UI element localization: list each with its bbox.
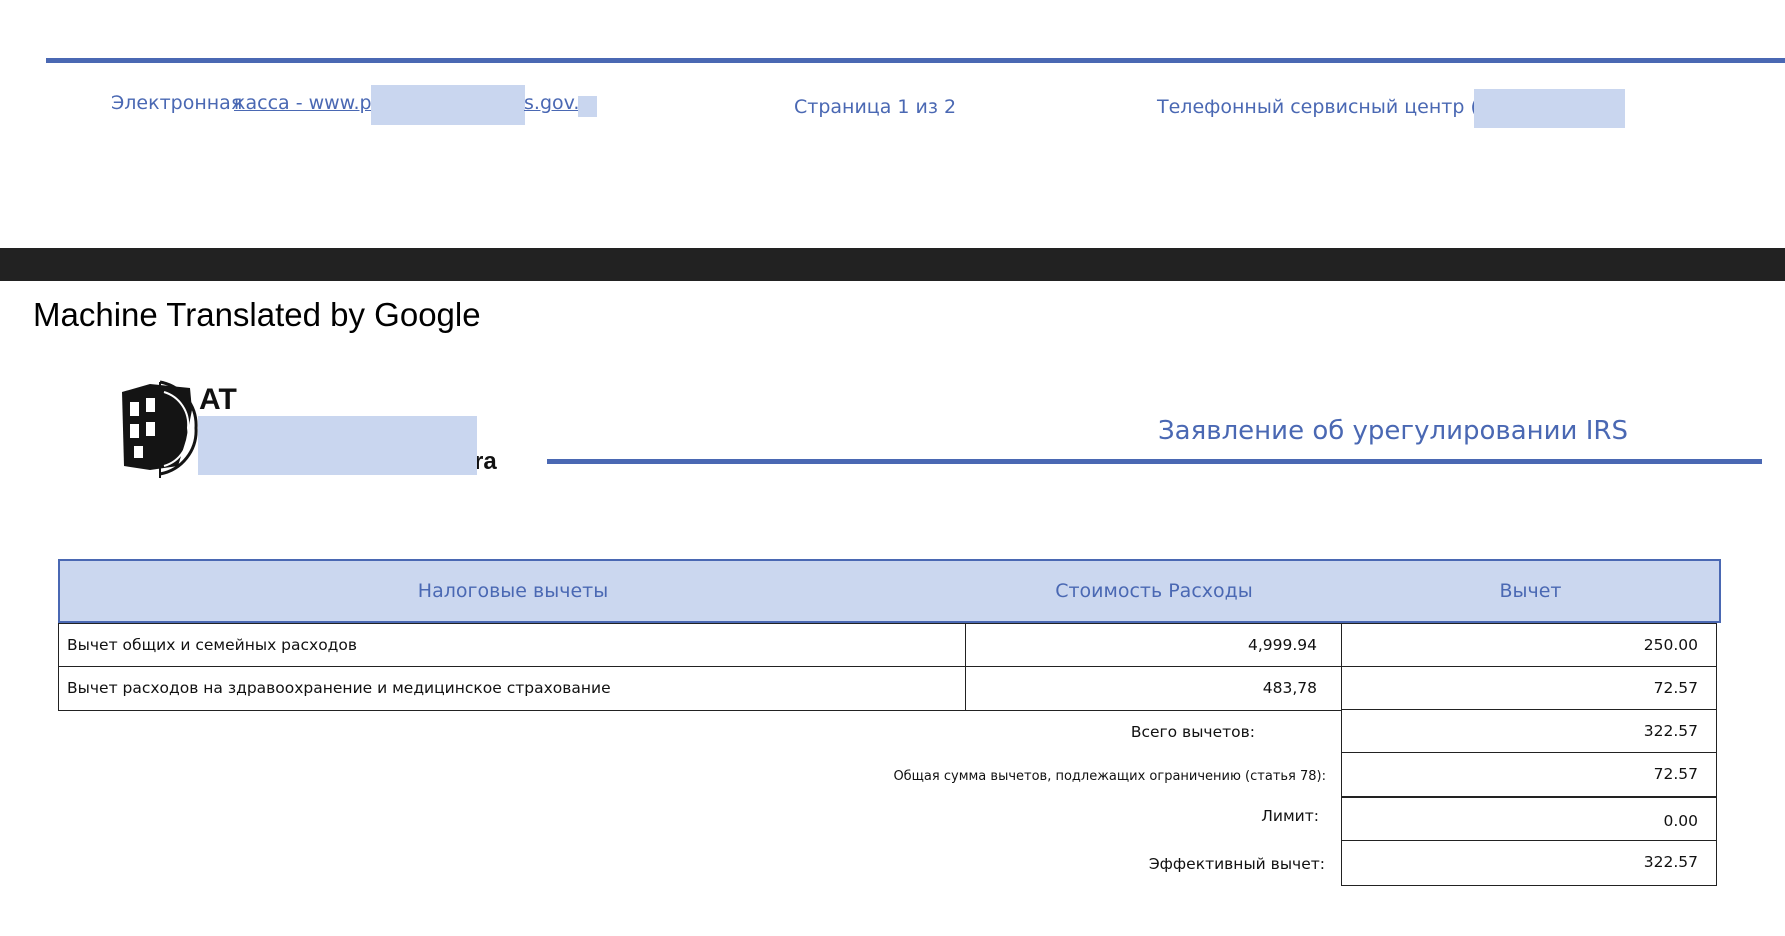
machine-translated-banner: Machine Translated by Google [33, 296, 481, 333]
redaction-block [578, 96, 597, 117]
cash-office-link-tail[interactable]: s.gov. [524, 92, 579, 114]
document-title: Заявление об урегулировании IRS [1158, 416, 1628, 446]
table-row-label: Вычет расходов на здравоохранение и меди… [58, 666, 966, 711]
table-row-cost: 483,78 [965, 666, 1342, 711]
redaction-block [1474, 89, 1625, 128]
table-row-deduction: 250.00 [1341, 623, 1717, 668]
page-separator [0, 248, 1785, 281]
header-deduction: Вычет [1499, 580, 1562, 602]
summary-label-total: Всего вычетов: [1130, 723, 1255, 741]
logo-abbreviation: AT [199, 383, 237, 416]
table-row-label: Вычет общих и семейных расходов [58, 623, 966, 668]
header-tax-deductions: Налоговые вычеты [417, 580, 609, 602]
cash-office-link[interactable]: касса - www.p [234, 92, 372, 114]
cash-office-label: Электронная [111, 92, 243, 114]
redaction-block [198, 416, 477, 475]
logo-name-tail: ra [474, 448, 497, 475]
summary-label-limited: Общая сумма вычетов, подлежащих ограниче… [893, 769, 1326, 784]
summary-label-limit: Лимит: [1261, 807, 1319, 825]
title-underline [547, 459, 1762, 464]
summary-value-effective: 322.57 [1341, 840, 1717, 886]
table-row-deduction: 72.57 [1341, 666, 1717, 711]
header-expense-cost: Стоимость Расходы [1055, 580, 1253, 602]
at-logo-icon [120, 374, 202, 480]
summary-value-limited: 72.57 [1341, 752, 1717, 797]
table-header: Налоговые вычеты Стоимость Расходы Вычет [58, 559, 1721, 623]
summary-value-total: 322.57 [1341, 709, 1717, 754]
page-indicator: Страница 1 из 2 [794, 96, 957, 118]
redaction-block [371, 85, 525, 125]
table-row-cost: 4,999.94 [965, 623, 1342, 668]
summary-value-limit: 0.00 [1341, 797, 1717, 842]
phone-service-center: Телефонный сервисный центр (+ [1157, 96, 1494, 118]
summary-label-effective: Эффективный вычет: [1148, 855, 1325, 873]
top-divider-line [46, 58, 1785, 63]
